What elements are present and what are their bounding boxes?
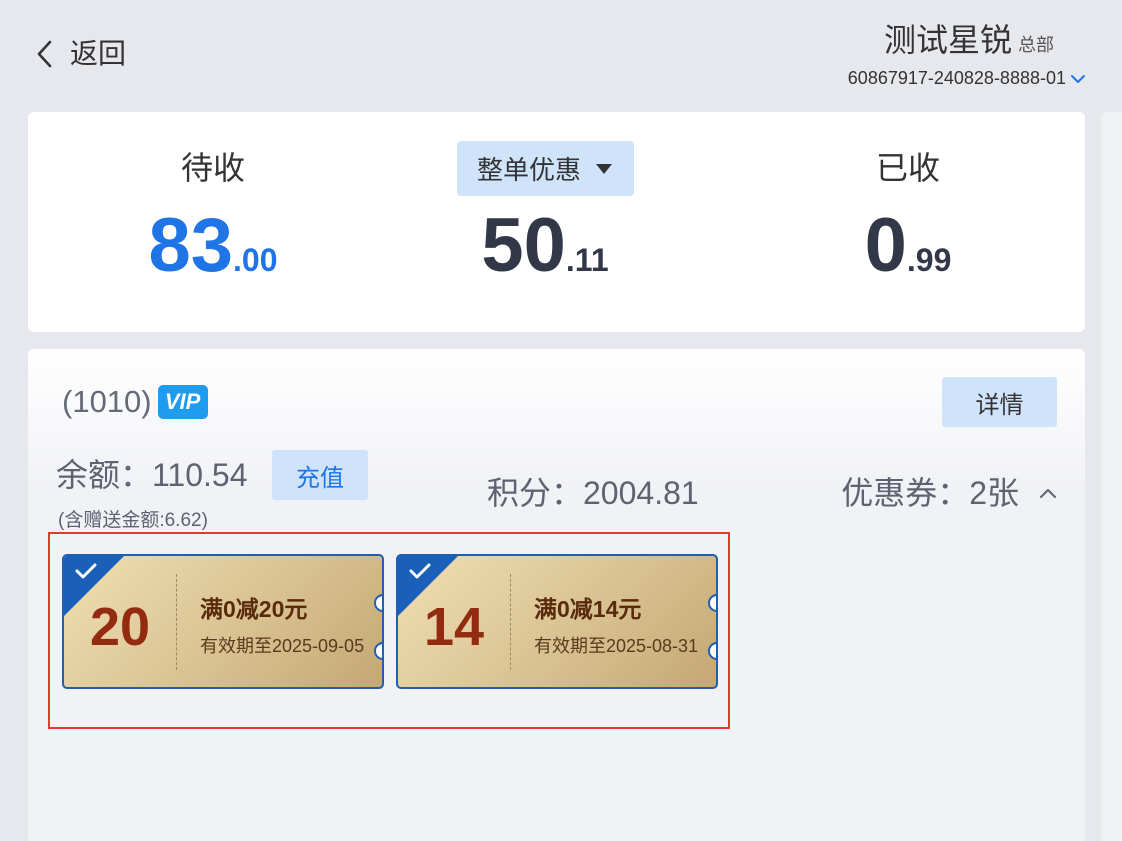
coupon-list: 20 满0减20元 有效期至2025-09-05 14 满0减14元 有效期至2…	[48, 532, 730, 729]
store-info: 测试星锐 总部	[884, 20, 1054, 60]
account-number: 60867917-240828-8888-01	[847, 68, 1066, 88]
coupon-expiry: 有效期至2025-08-31	[534, 636, 699, 656]
member-code: (1010)	[62, 384, 152, 419]
side-panel-edge	[1101, 112, 1122, 841]
coupons-count: 优惠券：2张	[841, 475, 1019, 511]
balance-text: 余额：110.54	[56, 457, 248, 493]
coupon-expiry: 有效期至2025-09-05	[200, 636, 365, 656]
payment-summary-card: 待收 83.00 整单优惠 50.11 已收 0.99	[28, 112, 1085, 332]
coupon-notch	[708, 594, 716, 612]
member-card: (1010) VIP 详情 余额：110.54 充值 (含赠送金额:6.62) …	[28, 349, 1085, 841]
pending-title: 待收	[180, 150, 245, 186]
coupon-title: 满0减20元	[200, 596, 308, 622]
received-column: 已收 0.99	[818, 112, 998, 307]
member-id: (1010) VIP	[62, 384, 208, 420]
received-amount-dec: .99	[906, 242, 952, 278]
account-selector[interactable]: 60867917-240828-8888-01	[848, 68, 1086, 89]
pending-amount-int: 83	[148, 203, 234, 288]
back-label: 返回	[70, 38, 127, 69]
pending-amount-dec: .00	[233, 242, 278, 278]
back-button[interactable]: 返回	[34, 38, 126, 70]
coupon-notch	[374, 642, 382, 660]
chevron-left-icon	[37, 40, 52, 68]
recharge-button[interactable]: 充值	[272, 450, 368, 500]
received-amount: 0.99	[818, 206, 998, 307]
details-button[interactable]: 详情	[942, 377, 1057, 427]
caret-down-icon	[596, 163, 612, 174]
coupons-toggle[interactable]: 优惠券：2张	[841, 471, 1057, 515]
store-name: 测试星锐	[883, 22, 1012, 58]
discount-amount-int: 50	[481, 203, 566, 288]
discount-dropdown-label: 整单优惠	[476, 155, 581, 185]
discount-dropdown[interactable]: 整单优惠	[456, 141, 634, 196]
coupon-title: 满0减14元	[534, 596, 642, 622]
coupon-value: 14	[423, 596, 485, 657]
coupon-card[interactable]: 14 满0减14元 有效期至2025-08-31	[396, 554, 718, 689]
chevron-down-icon	[1071, 74, 1085, 83]
vip-badge: VIP	[157, 385, 208, 419]
coupon-notch	[374, 594, 382, 612]
gift-amount-text: (含赠送金额:6.62)	[58, 510, 208, 531]
store-tag: 总部	[1018, 35, 1054, 55]
coupon-notch	[708, 642, 716, 660]
coupon-divider	[176, 574, 177, 670]
received-amount-int: 0	[864, 203, 907, 288]
coupon-divider	[510, 574, 511, 670]
coupon-card[interactable]: 20 满0减20元 有效期至2025-09-05	[62, 554, 384, 689]
discount-amount-dec: .11	[565, 242, 609, 278]
pending-column: 待收 83.00	[118, 112, 308, 307]
header: 返回 测试星锐 总部 60867917-240828-8888-01	[0, 0, 1122, 112]
chevron-up-icon	[1040, 489, 1056, 498]
discount-amount: 50.11	[440, 206, 650, 307]
pending-amount: 83.00	[118, 206, 308, 307]
coupon-value: 20	[89, 596, 151, 657]
discount-column: 整单优惠 50.11	[440, 112, 650, 307]
received-title: 已收	[875, 150, 940, 186]
points-text: 积分：2004.81	[487, 475, 699, 511]
